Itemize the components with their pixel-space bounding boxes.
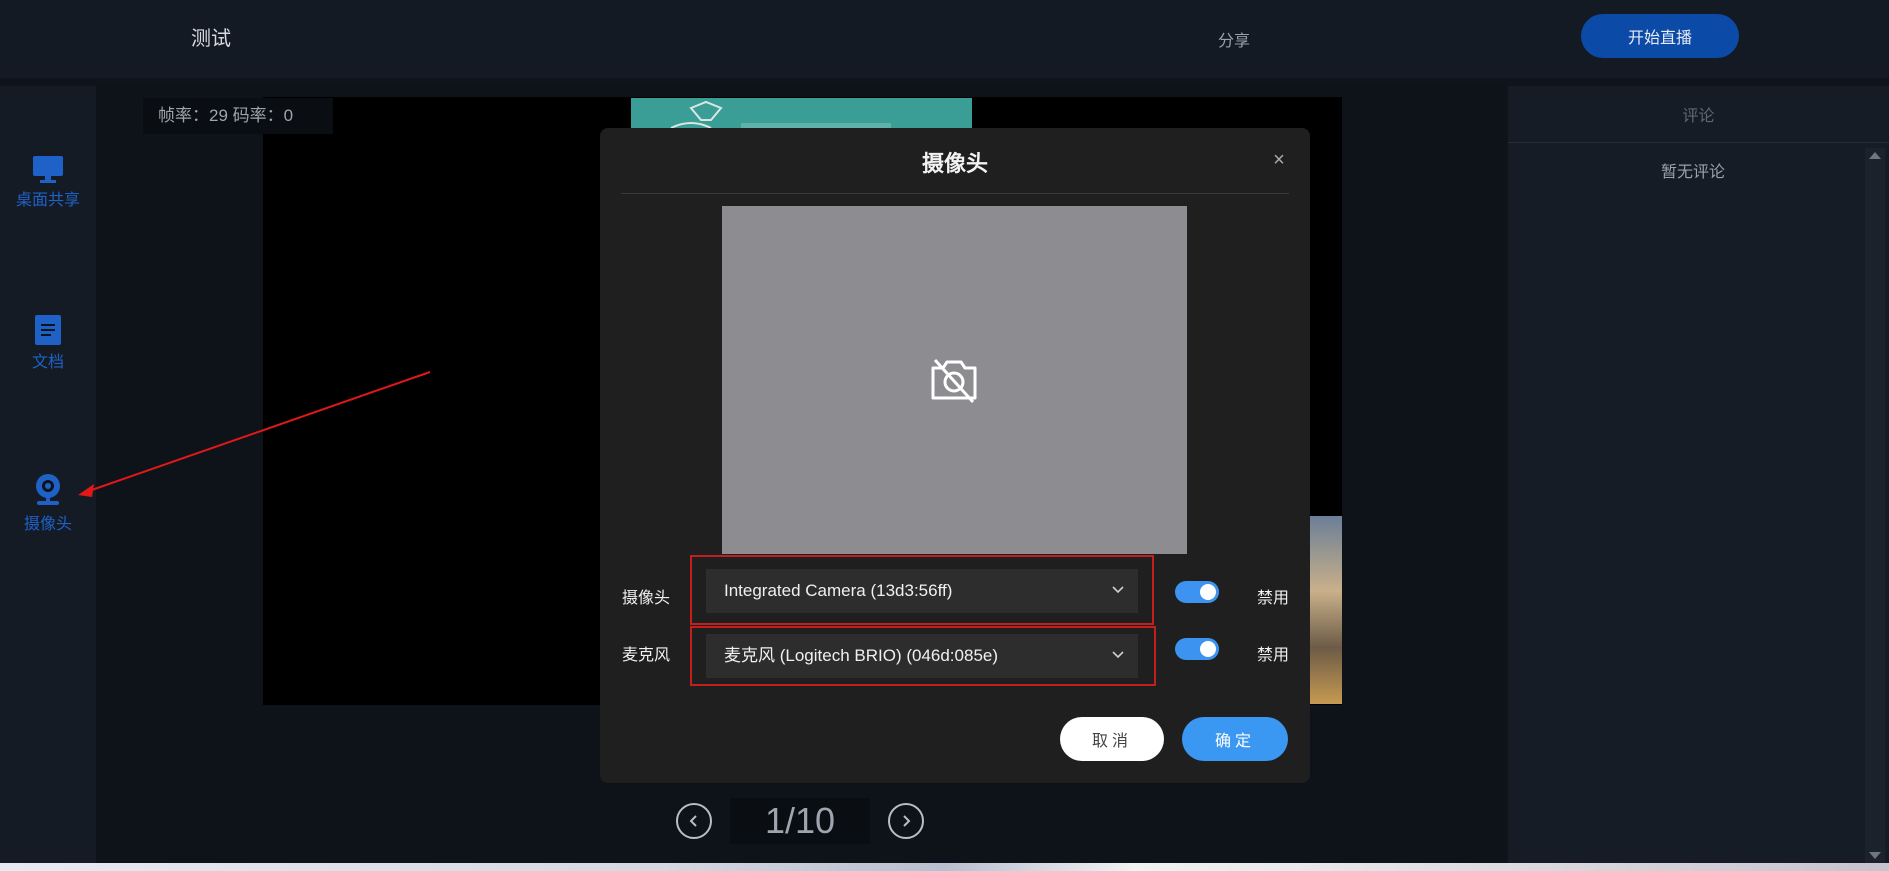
camera-settings-dialog: 摄像头 × 摄像头 Integrated Camera (13d3:56ff) … — [600, 128, 1310, 783]
confirm-button[interactable]: 确定 — [1182, 717, 1288, 761]
sidebar-item-label: 摄像头 — [23, 516, 72, 533]
camera-select[interactable]: Integrated Camera (13d3:56ff) — [706, 569, 1138, 613]
chevron-down-icon — [1112, 586, 1124, 594]
dialog-divider — [621, 193, 1289, 194]
chevron-down-icon — [1112, 651, 1124, 659]
start-live-button[interactable]: 开始直播 — [1581, 14, 1739, 58]
toggle-knob — [1200, 641, 1216, 657]
sidebar-item-label: 文档 — [31, 354, 64, 371]
microphone-select[interactable]: 麦克风 (Logitech BRIO) (046d:085e) — [706, 634, 1138, 678]
comments-scrollbar[interactable] — [1865, 148, 1885, 863]
left-sidebar: 桌面共享 文档 摄像头 — [0, 86, 96, 871]
camera-toggle-label: 禁用 — [1257, 590, 1290, 607]
webcam-icon — [36, 474, 60, 505]
stream-stats: 帧率：29 码率：0 — [143, 98, 333, 134]
monitor-icon — [33, 156, 63, 183]
taskbar-strip — [0, 863, 1889, 871]
comments-panel: 评论 暂无评论 — [1508, 86, 1889, 871]
close-icon[interactable]: × — [1270, 150, 1288, 170]
microphone-toggle-label: 禁用 — [1257, 647, 1290, 664]
sidebar-item-camera[interactable]: 摄像头 — [0, 472, 96, 534]
camera-thumbnail — [1310, 516, 1342, 704]
camera-label: 摄像头 — [622, 590, 671, 607]
prev-page-button[interactable] — [676, 803, 712, 839]
sidebar-item-label: 桌面共享 — [15, 192, 80, 209]
microphone-select-value: 麦克风 (Logitech BRIO) (046d:085e) — [724, 646, 999, 665]
camera-select-value: Integrated Camera (13d3:56ff) — [724, 581, 953, 600]
camera-preview — [722, 206, 1187, 554]
scroll-down-icon[interactable] — [1869, 852, 1881, 859]
sidebar-item-desktop-share[interactable]: 桌面共享 — [0, 154, 96, 210]
page-indicator: 1/10 — [730, 798, 870, 844]
top-bar: 测试 分享 开始直播 — [0, 0, 1889, 78]
sidebar-item-document[interactable]: 文档 — [0, 314, 96, 372]
dialog-title: 摄像头 — [921, 151, 988, 176]
room-title: 测试 — [191, 28, 231, 50]
document-icon — [35, 315, 61, 345]
chevron-right-icon — [903, 815, 911, 827]
toggle-knob — [1200, 584, 1216, 600]
comments-title: 评论 — [1508, 86, 1889, 143]
slide-pager: 1/10 — [676, 798, 924, 844]
microphone-label: 麦克风 — [622, 647, 671, 664]
cancel-button[interactable]: 取消 — [1060, 717, 1164, 761]
next-page-button[interactable] — [888, 803, 924, 839]
comments-empty-text: 暂无评论 — [1660, 164, 1725, 181]
microphone-toggle[interactable] — [1175, 638, 1219, 660]
camera-off-icon — [931, 358, 977, 404]
scroll-up-icon[interactable] — [1869, 152, 1881, 159]
camera-toggle[interactable] — [1175, 581, 1219, 603]
share-link[interactable]: 分享 — [1218, 27, 1250, 51]
chevron-left-icon — [689, 815, 697, 827]
